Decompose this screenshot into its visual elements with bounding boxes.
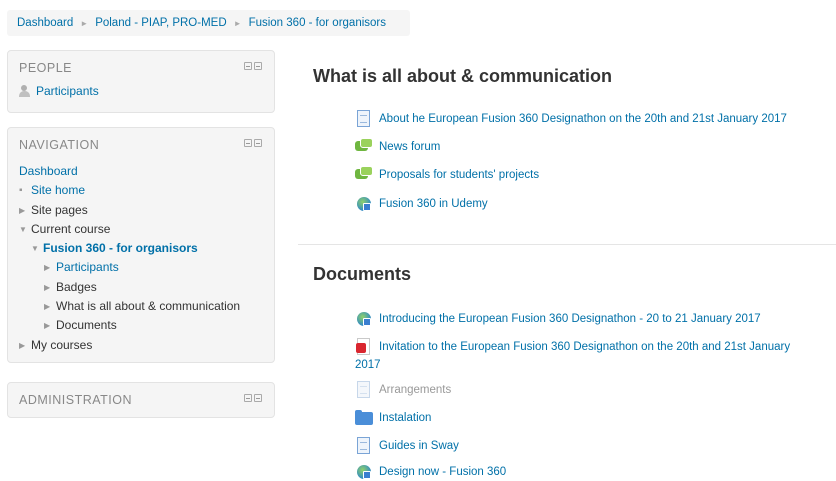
- nav-current-course[interactable]: Current course: [31, 220, 110, 239]
- url-icon: [355, 195, 373, 213]
- nav-my-courses[interactable]: My courses: [31, 336, 92, 355]
- collapse-block-icon[interactable]: [244, 62, 252, 70]
- bullet-icon: ▪: [19, 185, 23, 197]
- pdf-icon: [355, 338, 373, 356]
- forum-icon: [355, 166, 373, 184]
- activity-link[interactable]: Guides in Sway: [379, 437, 459, 455]
- section-title: Documents: [313, 264, 412, 284]
- breadcrumb-category[interactable]: Poland - PIAP, PRO-MED: [95, 17, 226, 29]
- nav-course-badges[interactable]: Badges: [56, 278, 97, 297]
- activity-url[interactable]: Introducing the European Fusion 360 Desi…: [355, 310, 761, 328]
- nav-site-home[interactable]: Site home: [31, 181, 85, 200]
- activity-forum[interactable]: Proposals for students' projects: [355, 166, 539, 184]
- participants-link[interactable]: Participants: [36, 84, 99, 98]
- activity-link[interactable]: Instalation: [379, 409, 431, 427]
- breadcrumb: Dashboard ► Poland - PIAP, PRO-MED ► Fus…: [7, 10, 410, 36]
- activity-page[interactable]: Guides in Sway: [355, 437, 459, 455]
- dock-block-icon[interactable]: [254, 394, 262, 402]
- activity-folder[interactable]: Instalation: [355, 409, 431, 427]
- activity-link[interactable]: Arrangements: [379, 381, 451, 399]
- block-controls: [244, 139, 262, 147]
- dock-block-icon[interactable]: [254, 62, 262, 70]
- nav-site-pages[interactable]: Site pages: [31, 201, 88, 220]
- navigation-tree: Dashboard ▪ Site home ▶ Site pages ▼ Curren…: [19, 162, 240, 355]
- activity-link[interactable]: Introducing the European Fusion 360 Desi…: [379, 310, 761, 328]
- block-controls: [244, 394, 262, 402]
- collapse-arrow-icon[interactable]: ▼: [31, 239, 43, 258]
- page-icon: [355, 381, 373, 399]
- collapse-block-icon[interactable]: [244, 139, 252, 147]
- block-controls: [244, 62, 262, 70]
- activity-link[interactable]: News forum: [379, 138, 440, 156]
- activity-forum[interactable]: News forum: [355, 138, 440, 156]
- activity-link[interactable]: Proposals for students' projects: [379, 166, 539, 184]
- url-icon: [355, 310, 373, 328]
- nav-course-participants[interactable]: Participants: [56, 258, 119, 277]
- activity-link[interactable]: Fusion 360 in Udemy: [379, 195, 488, 213]
- expand-arrow-icon[interactable]: ▶: [19, 201, 31, 220]
- breadcrumb-separator-icon: ►: [233, 18, 242, 28]
- dock-block-icon[interactable]: [254, 139, 262, 147]
- activity-url[interactable]: Design now - Fusion 360: [355, 463, 506, 481]
- nav-course-name[interactable]: Fusion 360 - for organisors: [43, 239, 198, 258]
- nav-course-section-documents[interactable]: Documents: [56, 316, 117, 335]
- people-block-title: PEOPLE: [19, 61, 73, 75]
- expand-arrow-icon[interactable]: ▶: [44, 316, 56, 335]
- breadcrumb-dashboard[interactable]: Dashboard: [17, 17, 73, 29]
- users-icon: [19, 85, 32, 97]
- breadcrumb-course[interactable]: Fusion 360 - for organisors: [249, 17, 386, 29]
- url-icon: [355, 463, 373, 481]
- expand-arrow-icon[interactable]: ▶: [44, 297, 56, 316]
- activity-page-hidden[interactable]: Arrangements: [355, 381, 451, 399]
- activity-link[interactable]: Design now - Fusion 360: [379, 463, 506, 481]
- section-divider: [298, 244, 836, 245]
- navigation-block: NAVIGATION Dashboard ▪ Site home ▶ Site pa…: [7, 127, 275, 363]
- nav-course-section-communication[interactable]: What is all about & communication: [56, 297, 240, 316]
- activity-url[interactable]: Fusion 360 in Udemy: [355, 195, 488, 213]
- expand-arrow-icon[interactable]: ▶: [44, 278, 56, 297]
- breadcrumb-separator-icon: ►: [80, 18, 89, 28]
- page-icon: [355, 110, 373, 128]
- activity-link[interactable]: About he European Fusion 360 Designathon…: [379, 110, 787, 128]
- folder-icon: [355, 409, 373, 427]
- activity-pdf[interactable]: Invitation to the European Fusion 360 De…: [355, 338, 790, 356]
- expand-block-icon[interactable]: [244, 394, 252, 402]
- expand-arrow-icon[interactable]: ▶: [19, 336, 31, 355]
- administration-block: ADMINISTRATION: [7, 382, 275, 418]
- expand-arrow-icon[interactable]: ▶: [44, 258, 56, 277]
- activity-link[interactable]: Invitation to the European Fusion 360 De…: [379, 338, 790, 356]
- activity-link-continued[interactable]: 2017: [355, 356, 381, 374]
- administration-block-title: ADMINISTRATION: [19, 393, 133, 407]
- activity-pdf-continued[interactable]: 2017: [355, 356, 381, 374]
- people-block: PEOPLE Participants: [7, 50, 275, 113]
- forum-icon: [355, 138, 373, 156]
- collapse-arrow-icon[interactable]: ▼: [19, 220, 31, 239]
- activity-page[interactable]: About he European Fusion 360 Designathon…: [355, 110, 787, 128]
- nav-dashboard[interactable]: Dashboard: [19, 162, 78, 181]
- page-icon: [355, 437, 373, 455]
- navigation-block-title: NAVIGATION: [19, 138, 100, 152]
- section-title: What is all about & communication: [313, 66, 613, 86]
